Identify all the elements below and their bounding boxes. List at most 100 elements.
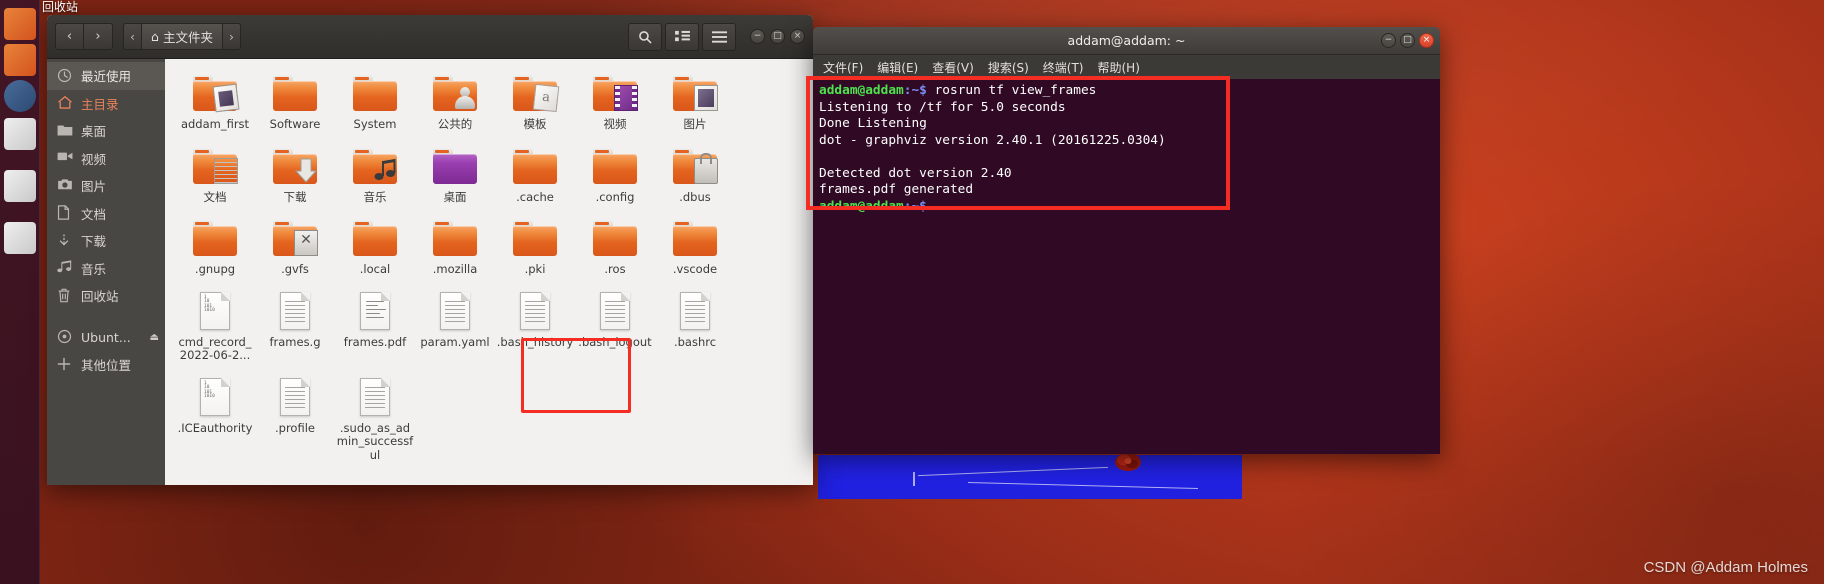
menu-edit[interactable]: 编辑(E) xyxy=(877,59,918,76)
menu-file[interactable]: 文件(F) xyxy=(823,59,863,76)
file-item[interactable]: .profile xyxy=(255,371,335,463)
file-item[interactable]: .config xyxy=(575,140,655,205)
forward-button[interactable]: › xyxy=(84,23,113,50)
file-item[interactable]: a 模板 xyxy=(495,67,575,132)
file-item[interactable]: .cache xyxy=(495,140,575,205)
sidebar-item-pictures[interactable]: 图片 xyxy=(47,172,165,200)
file-item[interactable]: 1 10 101 1010 .ICEauthority xyxy=(175,371,255,463)
folder-icon xyxy=(273,75,317,111)
person-overlay-icon xyxy=(454,85,478,111)
file-item[interactable]: .ros xyxy=(575,212,655,277)
terminal-close-button[interactable]: × xyxy=(1419,33,1434,48)
file-item[interactable]: 下载 xyxy=(255,140,335,205)
file-item[interactable]: .bash_history xyxy=(495,285,575,363)
file-label: .local xyxy=(359,262,391,276)
launcher-item-2[interactable] xyxy=(4,44,36,76)
sidebar-item-home[interactable]: 主目录 xyxy=(47,90,165,118)
file-item[interactable]: 视频 xyxy=(575,67,655,132)
file-item[interactable]: .gnupg xyxy=(175,212,255,277)
sidebar-label: 下载 xyxy=(81,234,107,250)
launcher-item-5[interactable] xyxy=(4,170,36,202)
sidebar-item-music[interactable]: 音乐 xyxy=(47,255,165,283)
template-overlay-icon: a xyxy=(532,83,560,113)
sidebar-item-documents[interactable]: 文档 xyxy=(47,200,165,228)
file-item[interactable]: .sudo_as_admin_successful xyxy=(335,371,415,463)
breadcrumb-prev-button[interactable]: ‹ xyxy=(123,23,142,50)
file-item[interactable]: 图片 xyxy=(655,67,735,132)
sidebar-item-downloads[interactable]: 下载 xyxy=(47,227,165,255)
sidebar-item-desktop[interactable]: 桌面 xyxy=(47,117,165,145)
hamburger-menu-icon[interactable] xyxy=(702,22,736,51)
terminal-prompt-path: :~$ xyxy=(903,83,927,98)
launcher-item-1[interactable] xyxy=(4,8,36,40)
terminal-minimize-button[interactable]: − xyxy=(1381,33,1396,48)
file-item[interactable]: Software xyxy=(255,67,335,132)
unity-launcher[interactable] xyxy=(0,0,40,584)
maximize-button[interactable]: □ xyxy=(770,29,785,44)
file-item[interactable]: 1 10 101 1010 cmd_record_2022-06-2... xyxy=(175,285,255,363)
text-file-icon xyxy=(440,291,470,330)
text-file-icon xyxy=(360,377,390,416)
search-icon[interactable] xyxy=(628,22,662,51)
terminal-window-controls: − □ × xyxy=(1381,33,1434,48)
grid-view-icon[interactable] xyxy=(665,22,699,51)
file-item[interactable]: frames.pdf xyxy=(335,285,415,363)
file-label: System xyxy=(353,117,397,131)
launcher-item-6[interactable] xyxy=(4,222,36,254)
breadcrumb-current[interactable]: ⌂ 主文件夹 xyxy=(142,23,223,50)
back-button[interactable]: ‹ xyxy=(55,23,84,50)
sidebar-item-ubuntu-disc[interactable]: Ubunt... ⏏ xyxy=(47,324,165,352)
file-item[interactable]: param.yaml xyxy=(415,285,495,363)
file-item[interactable]: frames.g xyxy=(255,285,335,363)
file-icon xyxy=(432,144,478,188)
background-window[interactable] xyxy=(818,455,1242,499)
folder-icon xyxy=(673,147,718,184)
close-button[interactable]: × xyxy=(790,29,805,44)
folder-icon xyxy=(593,147,637,184)
menu-help[interactable]: 帮助(H) xyxy=(1098,59,1140,76)
sidebar-item-videos[interactable]: 视频 xyxy=(47,145,165,173)
file-item[interactable]: .vscode xyxy=(655,212,735,277)
terminal-maximize-button[interactable]: □ xyxy=(1400,33,1415,48)
menu-terminal[interactable]: 终端(T) xyxy=(1043,59,1084,76)
file-item[interactable]: .bashrc xyxy=(655,285,735,363)
file-item[interactable]: addam_first xyxy=(175,67,255,132)
x-overlay-icon: ✕ xyxy=(294,230,318,256)
file-item[interactable]: 文档 xyxy=(175,140,255,205)
minimize-button[interactable]: − xyxy=(750,29,765,44)
folder-icon xyxy=(193,75,240,113)
file-item[interactable]: 音乐 xyxy=(335,140,415,205)
file-icon xyxy=(592,216,638,260)
file-item[interactable]: 桌面 xyxy=(415,140,495,205)
file-item[interactable]: .mozilla xyxy=(415,212,495,277)
terminal-window[interactable]: addam@addam: ~ − □ × 文件(F) 编辑(E) 查看(V) 搜… xyxy=(813,27,1440,454)
terminal-titlebar: addam@addam: ~ − □ × xyxy=(813,27,1440,55)
file-label: addam_first xyxy=(180,117,250,131)
file-icon xyxy=(672,216,718,260)
terminal-text: dot - graphviz version 2.40.1 (20161225.… xyxy=(819,132,1166,148)
file-item[interactable]: 公共的 xyxy=(415,67,495,132)
terminal-line xyxy=(819,149,1434,166)
sidebar-item-other-locations[interactable]: 其他位置 xyxy=(47,351,165,379)
file-item[interactable]: .bash_logout xyxy=(575,285,655,363)
sidebar-item-recent[interactable]: 最近使用 xyxy=(47,62,165,90)
sidebar-item-trash[interactable]: 回收站 xyxy=(47,282,165,310)
file-item[interactable]: ✕ .gvfs xyxy=(255,212,335,277)
menu-search[interactable]: 搜索(S) xyxy=(988,59,1029,76)
breadcrumb-next-button[interactable]: › xyxy=(222,23,241,50)
file-item[interactable]: .dbus xyxy=(655,140,735,205)
file-grid[interactable]: addam_first Software System 公共的 a 模板 视频 图片文档 下载 音… xyxy=(165,59,813,485)
file-item[interactable]: System xyxy=(335,67,415,132)
file-manager-window[interactable]: ‹ › ‹ ⌂ 主文件夹 › − □ × 最近使用 主目录 桌面 视频 图片 文… xyxy=(47,15,813,485)
file-label: .config xyxy=(595,189,635,204)
terminal-output[interactable]: addam@addam:~$ rosrun tf view_frames List… xyxy=(813,79,1440,454)
menu-view[interactable]: 查看(V) xyxy=(932,59,974,76)
file-manager-header: ‹ › ‹ ⌂ 主文件夹 › − □ × xyxy=(47,15,813,59)
eject-icon[interactable]: ⏏ xyxy=(150,332,159,343)
music-overlay-icon xyxy=(374,158,398,184)
launcher-item-3[interactable] xyxy=(4,80,36,112)
launcher-item-4[interactable] xyxy=(4,118,36,150)
file-item[interactable]: .pki xyxy=(495,212,575,277)
file-item[interactable]: .local xyxy=(335,212,415,277)
file-icon xyxy=(272,289,318,333)
